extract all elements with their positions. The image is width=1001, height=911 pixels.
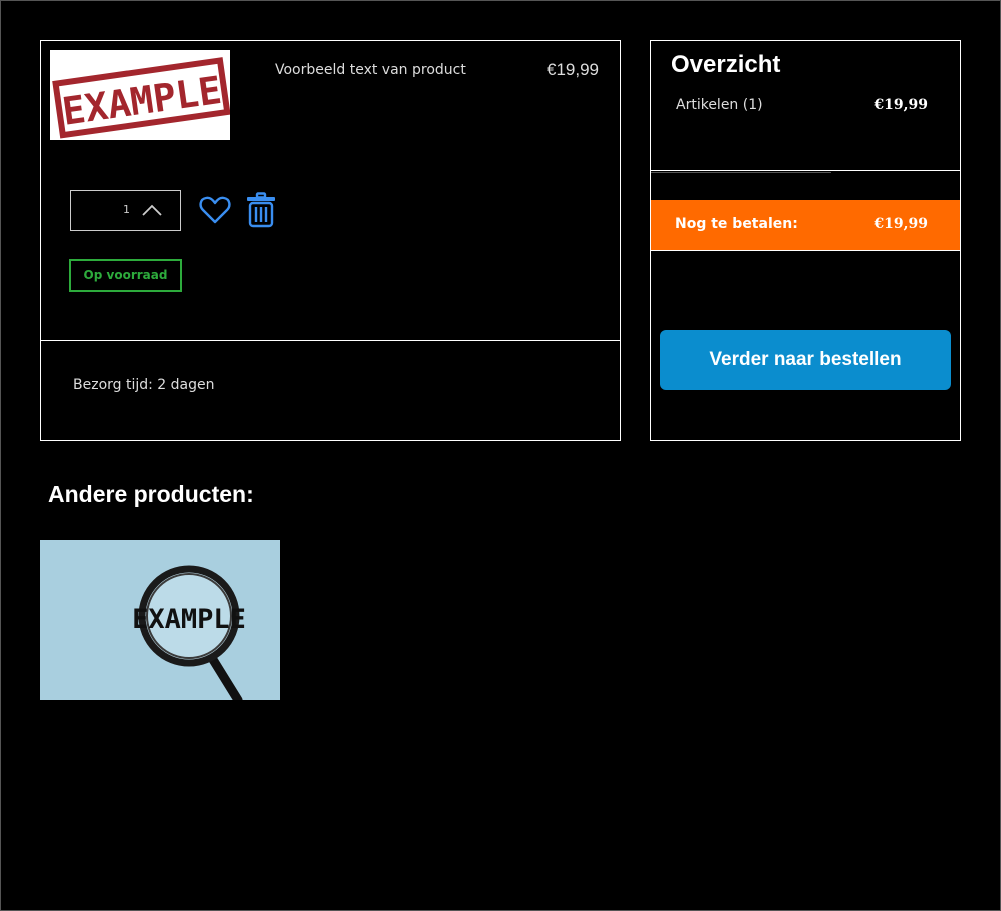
cart-divider	[41, 340, 620, 341]
heart-icon[interactable]	[199, 195, 231, 225]
summary-title: Overzicht	[671, 51, 781, 78]
example-stamp-image: EXAMPLE	[50, 50, 230, 140]
product-price: €19,99	[547, 60, 599, 79]
quantity-stepper[interactable]: 1	[70, 190, 181, 231]
quantity-value: 1	[123, 203, 130, 216]
product-name[interactable]: Voorbeeld text van product	[275, 62, 466, 78]
order-summary-panel: Overzicht Artikelen (1) €19,99 Nog te be…	[650, 40, 961, 441]
product-image[interactable]: EXAMPLE	[50, 50, 230, 140]
amount-due-value: €19,99	[874, 216, 928, 232]
magnifier-text: EXAMPLE	[132, 604, 246, 635]
related-products-title: Andere producten:	[48, 481, 254, 507]
delivery-time: Bezorg tijd: 2 dagen	[73, 377, 215, 393]
stock-status-badge: Op voorraad	[69, 259, 182, 292]
amount-due-bar: Nog te betalen: €19,99	[651, 200, 960, 250]
summary-divider-accent	[651, 172, 831, 173]
amount-due-label: Nog te betalen:	[675, 216, 798, 232]
pay-divider	[651, 250, 960, 251]
chevron-up-icon[interactable]	[141, 201, 163, 219]
checkout-button[interactable]: Verder naar bestellen	[660, 330, 951, 390]
related-product-card[interactable]: EXAMPLE	[40, 540, 280, 700]
items-count-label: Artikelen (1)	[676, 97, 763, 113]
trash-icon[interactable]	[245, 192, 277, 228]
summary-divider	[651, 170, 960, 171]
magnifier-example-image: EXAMPLE	[40, 540, 280, 700]
cart-item-panel: EXAMPLE Voorbeeld text van product €19,9…	[40, 40, 621, 441]
items-subtotal: €19,99	[874, 97, 928, 113]
